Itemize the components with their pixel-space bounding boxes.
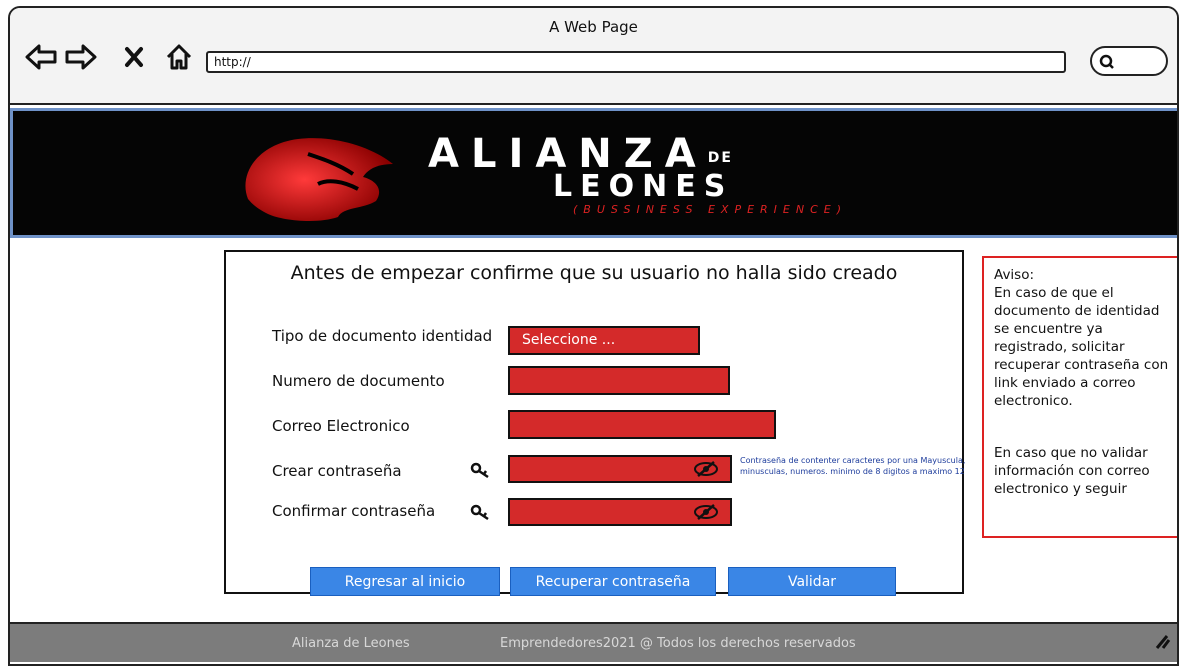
- notice-title: Aviso:: [994, 267, 1035, 283]
- key-icon: [470, 462, 489, 479]
- confirm-password-label: Confirmar contraseña: [272, 502, 436, 520]
- lion-logo-icon: [245, 138, 393, 221]
- doc-type-select[interactable]: Seleccione ...: [508, 326, 700, 355]
- search-icon: [1099, 54, 1114, 69]
- browser-window: A Web Page http:// ALIANZADE LEONES (BUS…: [8, 6, 1179, 666]
- browser-chrome: A Web Page http://: [10, 8, 1177, 105]
- home-icon[interactable]: [162, 42, 196, 72]
- create-password-input[interactable]: [508, 455, 732, 483]
- brand-banner: ALIANZADE LEONES (BUSSINESS EXPERIENCE): [10, 108, 1177, 238]
- notice-paragraph-2: En caso que no validar información con c…: [994, 445, 1150, 497]
- doc-number-input[interactable]: [508, 366, 730, 395]
- email-input[interactable]: [508, 410, 776, 439]
- password-hint: Contraseña de contenter caracteres por u…: [740, 456, 966, 476]
- address-bar[interactable]: http://: [206, 51, 1066, 73]
- eye-hidden-icon[interactable]: [692, 503, 720, 521]
- validate-button[interactable]: Validar: [728, 567, 896, 596]
- key-icon: [470, 504, 489, 521]
- notice-box: Aviso: En caso de que el documento de id…: [982, 256, 1177, 538]
- doc-type-label: Tipo de documento identidad: [272, 327, 493, 345]
- search-field[interactable]: [1090, 46, 1168, 76]
- banner-subtitle: (BUSSINESS EXPERIENCE): [573, 203, 848, 216]
- page-footer: Alianza de Leones Emprendedores2021 @ To…: [10, 622, 1177, 662]
- email-label: Correo Electronico: [272, 417, 410, 435]
- back-arrow-icon[interactable]: [24, 42, 58, 72]
- back-home-button[interactable]: Regresar al inicio: [310, 567, 500, 596]
- forward-arrow-icon[interactable]: [64, 42, 98, 72]
- verification-form: Antes de empezar confirme que su usuario…: [224, 250, 966, 596]
- banner-title-second: LEONES: [553, 169, 734, 204]
- footer-copyright: Emprendedores2021 @ Todos los derechos r…: [500, 636, 856, 651]
- form-heading: Antes de empezar confirme que su usuario…: [290, 262, 898, 284]
- doc-number-label: Numero de documento: [272, 372, 445, 390]
- resize-handle-icon[interactable]: [1153, 632, 1171, 650]
- close-icon[interactable]: [122, 42, 146, 72]
- eye-hidden-icon[interactable]: [692, 460, 720, 478]
- footer-brand: Alianza de Leones: [292, 636, 410, 651]
- window-title: A Web Page: [549, 18, 638, 36]
- create-password-label: Crear contraseña: [272, 462, 402, 480]
- recover-password-button[interactable]: Recuperar contraseña: [510, 567, 716, 596]
- notice-paragraph-1: En caso de que el documento de identidad…: [994, 285, 1169, 409]
- banner-title-de: DE: [707, 150, 733, 166]
- confirm-password-input[interactable]: [508, 498, 732, 526]
